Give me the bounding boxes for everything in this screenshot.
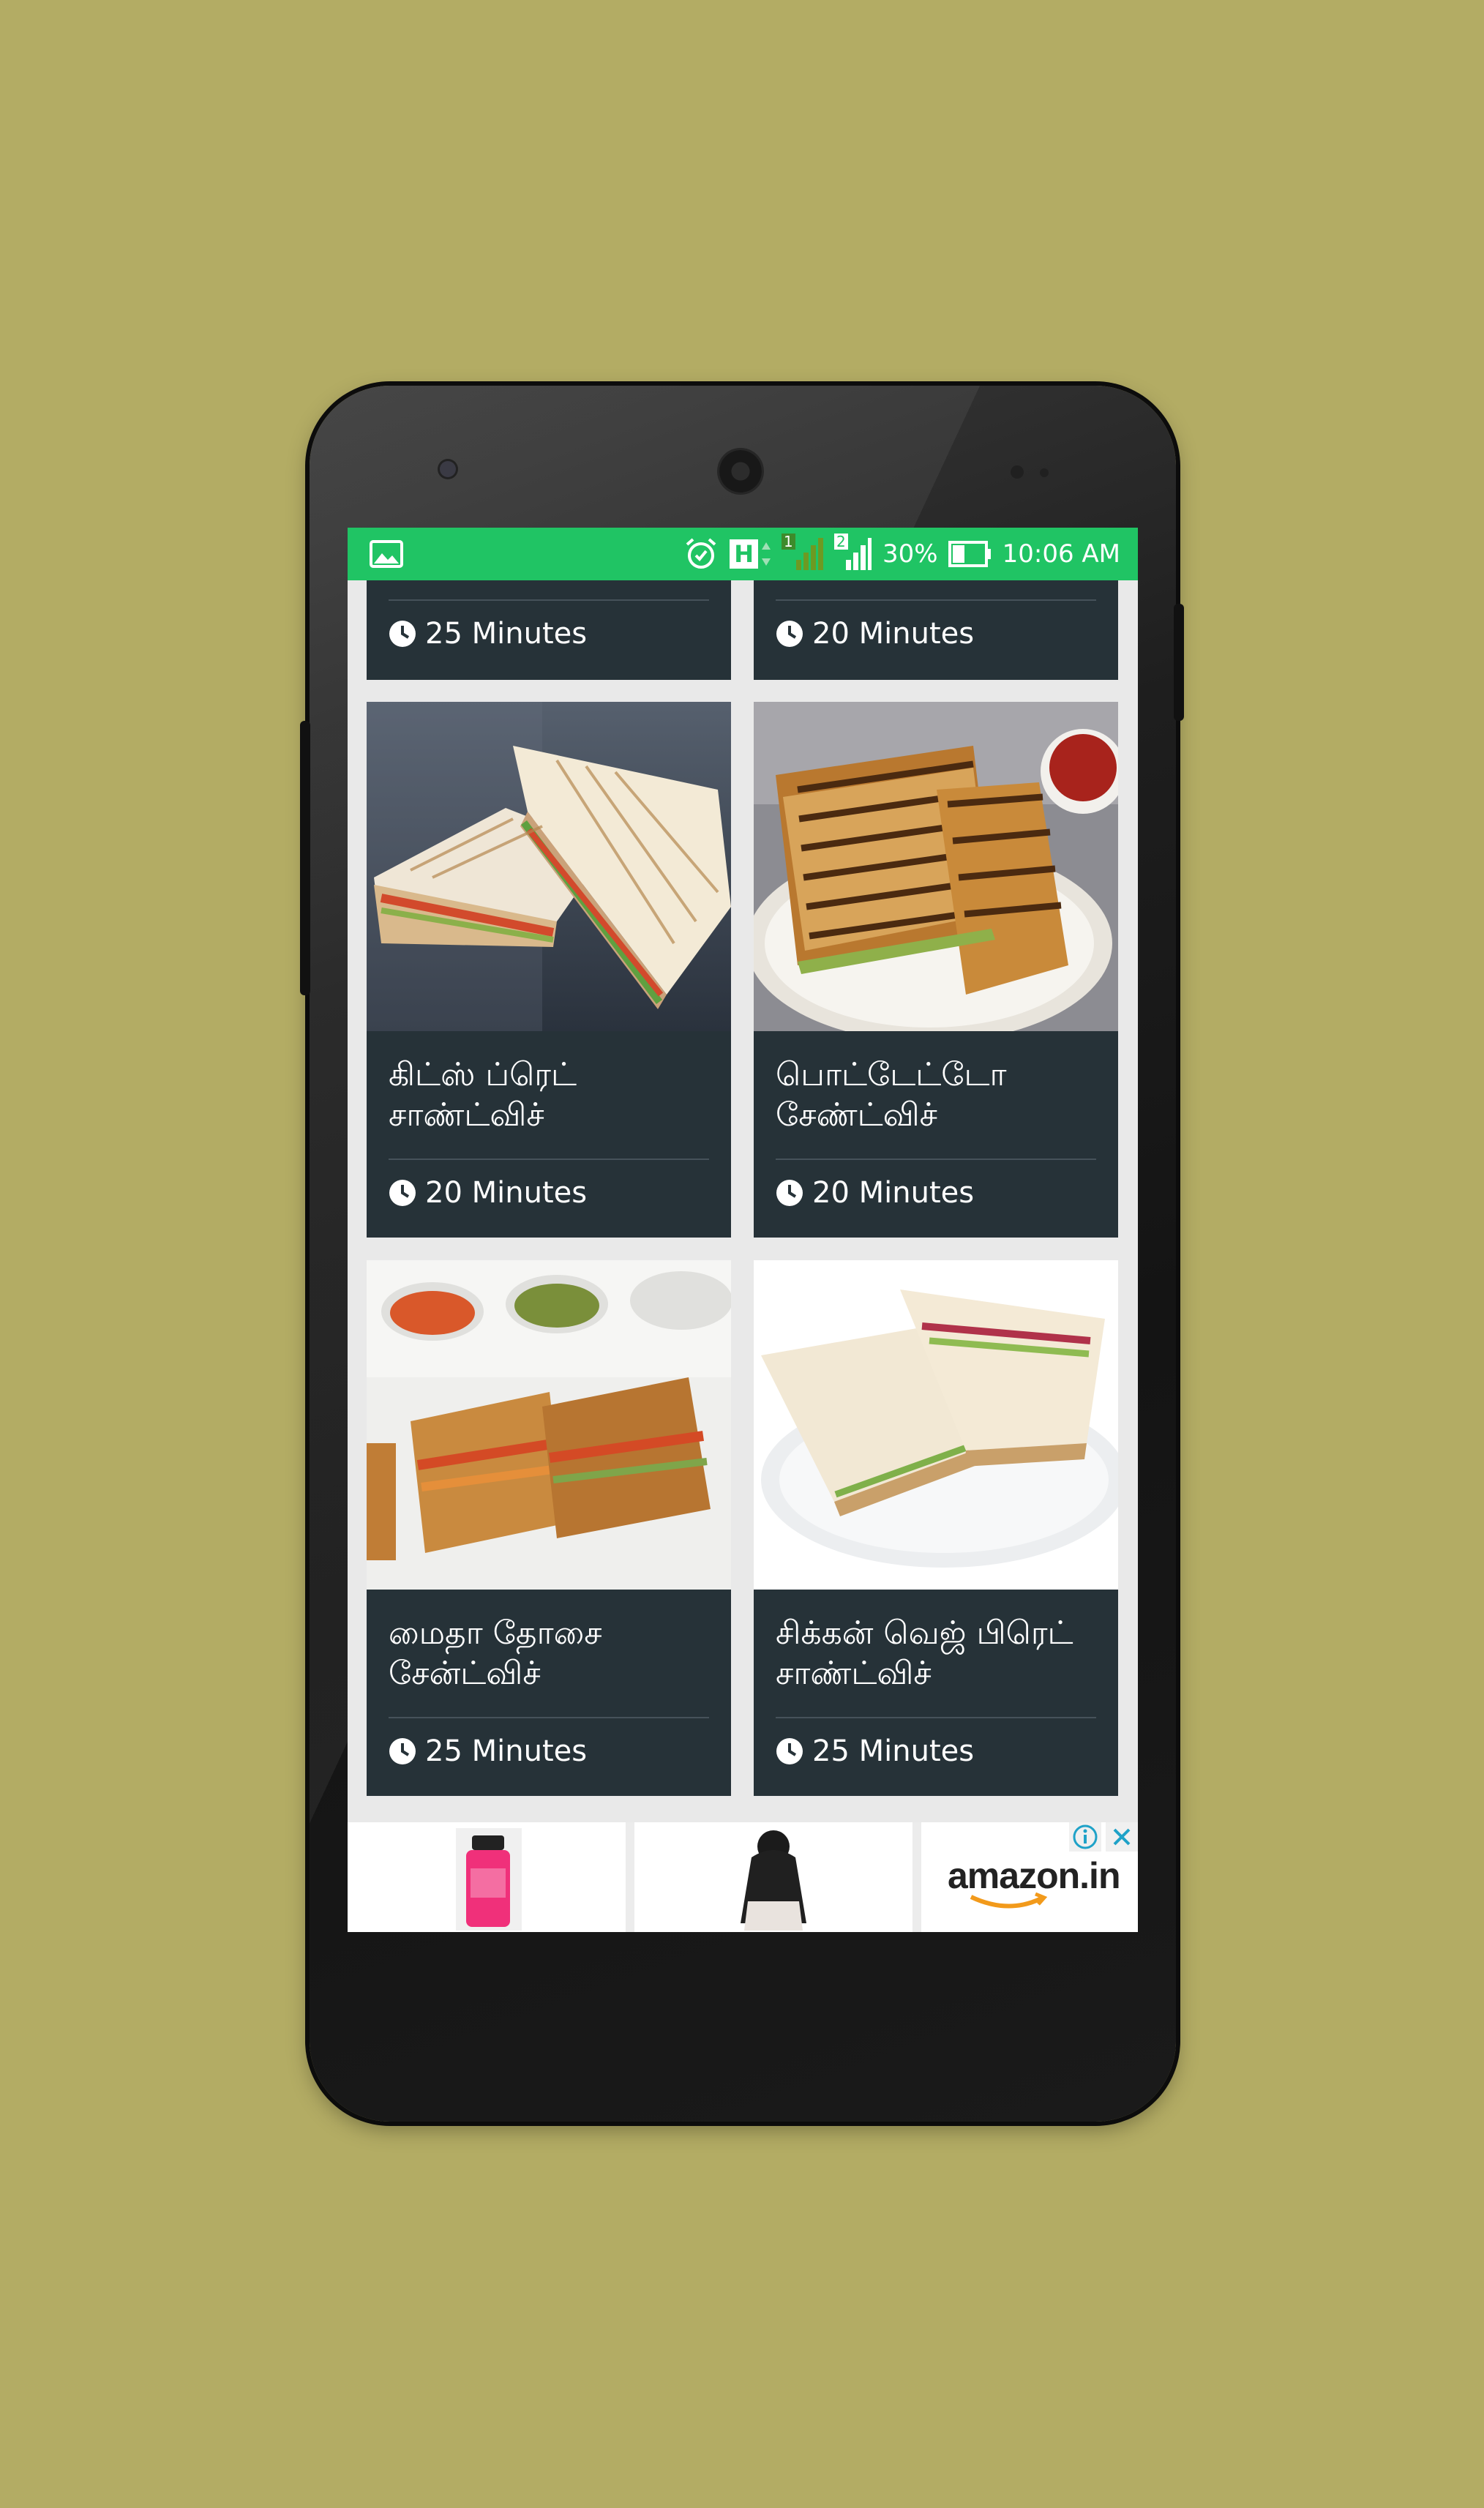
ad-banner[interactable]: amazon.in xyxy=(348,1822,1138,1932)
cooking-time: 25 Minutes xyxy=(812,1734,975,1768)
card-divider xyxy=(389,1717,709,1718)
ad-close-icon[interactable] xyxy=(1106,1822,1138,1852)
cooking-time: 25 Minutes xyxy=(425,1734,588,1768)
network-type-icon: H xyxy=(730,539,771,569)
hair-extension-product-icon xyxy=(634,1828,912,1931)
recipe-card[interactable]: சிக்கன் வெஜ் பிரெட் சாண்ட்விச் 25 Minute… xyxy=(754,1260,1118,1796)
card-time: 25 Minutes xyxy=(776,1734,974,1768)
recipe-card[interactable]: மைதா தோசை சேன்ட்விச் 25 Minutes xyxy=(367,1260,731,1796)
cooking-time: 20 Minutes xyxy=(812,617,975,651)
card-divider xyxy=(776,599,1096,601)
recipe-title: மைதா தோசை சேன்ட்விச் xyxy=(389,1614,602,1692)
ad-product-tile[interactable] xyxy=(348,1828,626,1931)
ad-controls xyxy=(1069,1822,1138,1852)
recipe-card[interactable]: கிட்ஸ் ப்ரெட் சாண்ட்விச் 20 Minutes xyxy=(367,702,731,1238)
ad-product-tile[interactable] xyxy=(634,1828,912,1931)
sim2-signal-icon: 2 xyxy=(834,534,872,572)
gallery-notification-icon xyxy=(370,540,403,568)
clock-icon xyxy=(776,1180,803,1206)
light-sensor-icon xyxy=(1040,468,1049,477)
card-time: 20 Minutes xyxy=(776,617,974,651)
battery-icon xyxy=(948,539,992,569)
card-time: 20 Minutes xyxy=(776,1176,974,1210)
clock-icon xyxy=(389,1180,416,1206)
recipe-title: கிட்ஸ் ப்ரெட் சாண்ட்விச் xyxy=(389,1056,577,1134)
clock-icon xyxy=(389,621,416,647)
cooking-time: 20 Minutes xyxy=(812,1176,975,1210)
ad-divider xyxy=(626,1822,634,1932)
potato-sandwich-photo xyxy=(754,702,1118,1031)
grilled-sandwich-photo xyxy=(367,702,731,1031)
cooking-time: 25 Minutes xyxy=(425,617,588,651)
sim1-label: 1 xyxy=(782,534,795,550)
dosa-sandwich-photo xyxy=(367,1260,731,1590)
cooking-time: 20 Minutes xyxy=(425,1176,588,1210)
amazon-smile-icon xyxy=(970,1892,1048,1909)
clock-icon xyxy=(776,621,803,647)
card-divider xyxy=(389,1158,709,1160)
card-time: 20 Minutes xyxy=(389,1176,587,1210)
battery-percent: 30% xyxy=(882,539,938,569)
card-divider xyxy=(776,1158,1096,1160)
alarm-icon xyxy=(683,536,719,572)
card-divider xyxy=(389,599,709,601)
clock-time: 10:06 AM xyxy=(1002,539,1120,569)
clock-icon xyxy=(389,1738,416,1764)
clock-icon xyxy=(776,1738,803,1764)
app-screen: H 1 2 30% 10:06 AM 25 Minutes 20 Minutes… xyxy=(348,528,1138,1932)
recipe-card[interactable]: பொட்டேட்டோ சேண்ட்விச் 20 Minutes xyxy=(754,702,1118,1238)
ad-info-icon[interactable] xyxy=(1069,1822,1101,1852)
card-divider xyxy=(776,1717,1096,1718)
card-time: 25 Minutes xyxy=(389,1734,587,1768)
recipe-card[interactable]: 20 Minutes xyxy=(754,580,1118,680)
recipe-title: சிக்கன் வெஜ் பிரெட் சாண்ட்விச் xyxy=(776,1614,1073,1692)
water-bottle-product-icon xyxy=(456,1828,522,1931)
front-camera-icon xyxy=(440,461,456,477)
status-bar: H 1 2 30% 10:06 AM xyxy=(348,528,1138,580)
volume-button xyxy=(300,721,310,995)
status-icons: H 1 2 30% 10:06 AM xyxy=(683,528,1120,580)
power-button xyxy=(1174,604,1184,721)
network-type-label: H xyxy=(730,539,759,569)
proximity-sensor-icon xyxy=(1011,465,1024,479)
sim1-signal-icon: 1 xyxy=(782,534,824,572)
card-time: 25 Minutes xyxy=(389,617,587,651)
ad-divider xyxy=(912,1822,921,1932)
speaker-grille-icon xyxy=(719,450,762,493)
chicken-sandwich-photo xyxy=(754,1260,1118,1590)
recipe-title: பொட்டேட்டோ சேண்ட்விச் xyxy=(776,1056,1007,1134)
sim2-label: 2 xyxy=(834,534,848,550)
recipe-card[interactable]: 25 Minutes xyxy=(367,580,731,680)
